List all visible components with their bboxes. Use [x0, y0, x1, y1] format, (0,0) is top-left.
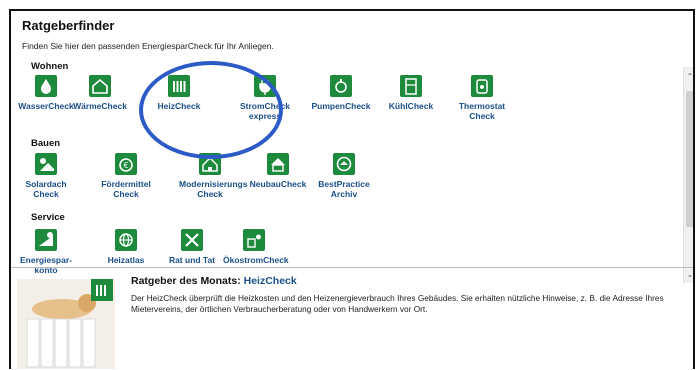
tile-label: Rat und Tat	[168, 255, 216, 265]
tile-label-line2: Check	[469, 111, 495, 121]
tile-thermostat-check[interactable]: Thermostat Check	[451, 75, 513, 121]
tile-label: Modernisierungs	[179, 179, 248, 189]
tile-label-line2: express	[248, 111, 282, 121]
tile-waermecheck[interactable]: WärmeCheck	[69, 75, 131, 111]
tile-label: WärmeCheck	[73, 101, 127, 111]
section-heading-bauen: Bauen	[31, 138, 61, 149]
tile-label: BestPractice	[318, 179, 370, 189]
tile-label: Solardach	[25, 179, 67, 189]
tile-label: ÖkostromCheck	[223, 255, 289, 265]
section-heading-wohnen: Wohnen	[31, 61, 69, 72]
fridge-icon	[400, 75, 422, 97]
tools-icon	[181, 229, 203, 251]
tile-bestpractice-archiv[interactable]: BestPractice Archiv	[313, 153, 375, 199]
tile-label: Heizatlas	[107, 255, 145, 265]
green-power-icon	[243, 229, 265, 251]
pump-icon	[330, 75, 352, 97]
tile-label: KühlCheck	[388, 101, 434, 111]
tile-label: NeubauCheck	[249, 179, 307, 189]
scrollbar-thumb[interactable]	[686, 91, 693, 227]
tile-label: Thermostat	[458, 101, 506, 111]
tile-label-line2: Check	[197, 189, 223, 199]
tile-label-line2: Check	[33, 189, 59, 199]
tile-label: WasserCheck	[18, 101, 74, 111]
advisor-photo	[17, 279, 115, 369]
house-heat-icon	[89, 75, 111, 97]
section-heading-service: Service	[31, 212, 65, 223]
tile-modernisierungs-check[interactable]: Modernisierungs Check	[179, 153, 248, 199]
ratgeberfinder-panel: Ratgeberfinder Finden Sie hier den passe…	[9, 9, 695, 369]
scroll-up-icon[interactable]: ⌃	[684, 71, 693, 83]
vertical-scrollbar[interactable]: ⌃ ⌄	[683, 67, 693, 283]
tile-heizcheck[interactable]: HeizCheck	[148, 75, 210, 111]
advisor-of-month-title: Ratgeber des Monats: HeizCheck	[131, 275, 297, 287]
radiator-check-icon	[91, 279, 113, 301]
tile-oekostromcheck[interactable]: ÖkostromCheck	[223, 229, 289, 265]
tile-label: StromCheck	[239, 101, 291, 111]
tile-label: Energiespar-	[20, 255, 72, 265]
tile-heizatlas[interactable]: Heizatlas	[95, 229, 157, 265]
tile-stromcheck-express[interactable]: StromCheck express	[234, 75, 296, 121]
advisor-title-link[interactable]: HeizCheck	[244, 275, 297, 287]
tile-label: HeizCheck	[157, 101, 201, 111]
best-practice-icon	[333, 153, 355, 175]
svg-text:€: €	[123, 161, 128, 170]
checks-area: Ratgeberfinder Finden Sie hier den passe…	[11, 11, 693, 283]
tile-solardach-check[interactable]: Solardach Check	[15, 153, 77, 199]
globe-icon	[115, 229, 137, 251]
tile-foerdermittel-check[interactable]: € Fördermittel Check	[95, 153, 157, 199]
modernization-icon	[199, 153, 221, 175]
advisor-of-month: Ratgeber des Monats: HeizCheck Der HeizC…	[11, 269, 693, 369]
page-title: Ratgeberfinder	[22, 18, 115, 33]
tile-label: PumpenCheck	[311, 101, 371, 111]
section-divider	[11, 267, 693, 268]
tile-wassercheck[interactable]: WasserCheck	[15, 75, 77, 111]
tile-label-line2: Check	[113, 189, 139, 199]
tile-label-line2: Archiv	[330, 189, 358, 199]
water-drop-icon	[35, 75, 57, 97]
funding-icon: €	[115, 153, 137, 175]
advisor-title-prefix: Ratgeber des Monats:	[131, 275, 241, 287]
tile-neubaucheck[interactable]: NeubauCheck	[247, 153, 309, 189]
page-subtitle: Finden Sie hier den passenden Energiespa…	[22, 41, 274, 51]
thermostat-icon	[471, 75, 493, 97]
tile-rat-und-tat[interactable]: Rat und Tat	[161, 229, 223, 265]
tile-pumpencheck[interactable]: PumpenCheck	[310, 75, 372, 111]
new-building-icon	[267, 153, 289, 175]
solar-roof-icon	[35, 153, 57, 175]
tile-kuehlcheck[interactable]: KühlCheck	[380, 75, 442, 111]
radiator-icon	[168, 75, 190, 97]
energy-account-icon	[35, 229, 57, 251]
plug-icon	[254, 75, 276, 97]
advisor-description: Der HeizCheck überprüft die Heizkosten u…	[131, 293, 664, 314]
tile-label: Fördermittel	[101, 179, 151, 189]
